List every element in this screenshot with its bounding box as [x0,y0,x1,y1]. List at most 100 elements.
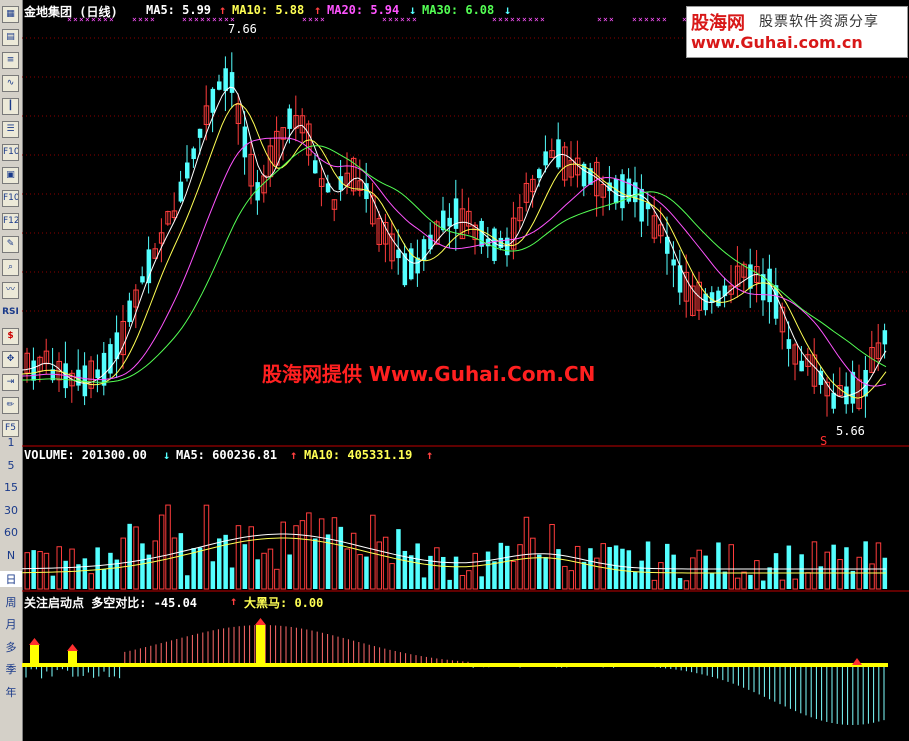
volume-bar [716,542,721,589]
ma5-label: MA5: 5.99 [146,3,212,17]
volume-bar [818,566,824,589]
candle-down [197,128,203,138]
period-9[interactable]: 多 [0,639,22,655]
candle-down [620,174,625,209]
candle-down [210,88,216,113]
volume-bar [133,526,139,590]
guhai-logo: 股海网 股票软件资源分享 www.Guhai.com.cn [686,6,908,58]
volume-bar [267,548,274,590]
volume-bar [261,552,267,590]
volume-ma5-arrow: ↑ [290,448,298,462]
low-price-label: 5.66 [836,424,865,438]
start-point-arrow [255,618,266,625]
pencil-icon[interactable]: ✏ [2,397,19,414]
ma30-label: MA30: 6.08 [422,3,495,17]
candle-down [716,290,721,307]
candle-down [556,139,561,168]
candle-down [441,210,446,231]
f5-icon[interactable]: F5 [2,420,19,437]
period-6[interactable]: 日 [0,571,22,587]
indicator-label: 关注启动点 多空对比: -45.04 [24,596,198,610]
volume-bar [658,562,664,590]
volume-bar [626,550,632,589]
start-point-bar [256,625,265,665]
volume-bar [357,554,363,590]
dollar-icon[interactable]: $ [2,328,19,345]
volume-bar [479,576,484,589]
volume-bar [779,579,786,590]
period-7[interactable]: 周 [0,594,22,610]
volume-bar [875,542,882,590]
volume-bar [146,554,152,589]
move-icon[interactable]: ✥ [2,351,19,368]
volume-bar [409,555,414,589]
candle-down [287,108,292,129]
volume-bar [651,579,658,590]
candle-down [313,160,318,174]
chart-icon[interactable]: ▦ [2,6,19,23]
candle-down [229,72,235,93]
candle-down [492,228,497,261]
candle-down [140,276,145,283]
volume-bar [620,548,625,589]
list-icon[interactable]: ☰ [2,121,19,138]
volume-bar [574,545,581,590]
note-icon[interactable]: ✎ [2,236,19,253]
period-2[interactable]: 15 [0,481,22,494]
f10-icon[interactable]: F10 [2,144,19,161]
period-0[interactable]: 1 [0,436,22,449]
buy-marker: × [603,15,608,24]
f12-icon[interactable]: F12 [2,213,19,230]
volume-bar [364,556,369,589]
candle-down [671,259,676,266]
f10b-icon[interactable]: F10 [2,190,19,207]
rsi-icon[interactable]: RSI [2,305,19,322]
period-4[interactable]: 60 [0,526,22,539]
volume-ma10-arrow: ↑ [426,448,434,462]
volume-bar [683,580,690,590]
candle-down [543,151,548,166]
volume-bar [313,538,318,589]
volume-bar [306,512,312,590]
logo-slogan: 股票软件资源分享 [759,14,879,30]
kline-icon[interactable]: ┃ [2,98,19,115]
start-point-arrow [29,638,40,645]
period-10[interactable]: 季 [0,661,22,677]
ma20-label: MA20: 5.94 [327,3,400,17]
wave-icon[interactable]: 〰 [2,282,19,299]
volume-bar [472,552,478,590]
line-icon[interactable]: ∿ [2,75,19,92]
ma10-arrow: ↑ [314,3,322,17]
volume-bar [562,565,568,590]
volume-arrow: ↓ [163,448,171,462]
period-1[interactable]: 5 [0,459,22,472]
volume-bar [543,557,548,589]
flow-icon[interactable]: ≡ [2,52,19,69]
volume-bar [203,504,210,590]
ma5-line [22,86,887,398]
buy-marker: × [656,15,661,24]
volume-bar [376,541,382,590]
table-icon[interactable]: ▤ [2,29,19,46]
start-point-bar [68,651,77,665]
buy-marker: × [632,15,637,24]
volume-bar [223,534,228,589]
volume-bar [754,560,760,590]
volume-bar [459,574,466,590]
volume-bar [863,541,868,589]
exit-icon[interactable]: ⇥ [2,374,19,391]
big-horse-label: 大黑马: 0.00 [244,596,324,610]
volume-bar [69,548,75,590]
candle-down [242,126,248,158]
volume-bar [466,570,472,590]
candle-down [396,249,401,259]
doc-icon[interactable]: ▣ [2,167,19,184]
period-11[interactable]: 年 [0,684,22,700]
search-icon[interactable]: ⌕ [2,259,19,276]
volume-bar [88,573,94,590]
period-3[interactable]: 30 [0,504,22,517]
period-5[interactable]: N [0,549,22,562]
volume-bar [158,514,165,590]
volume-bar [869,563,875,590]
period-8[interactable]: 月 [0,616,22,632]
